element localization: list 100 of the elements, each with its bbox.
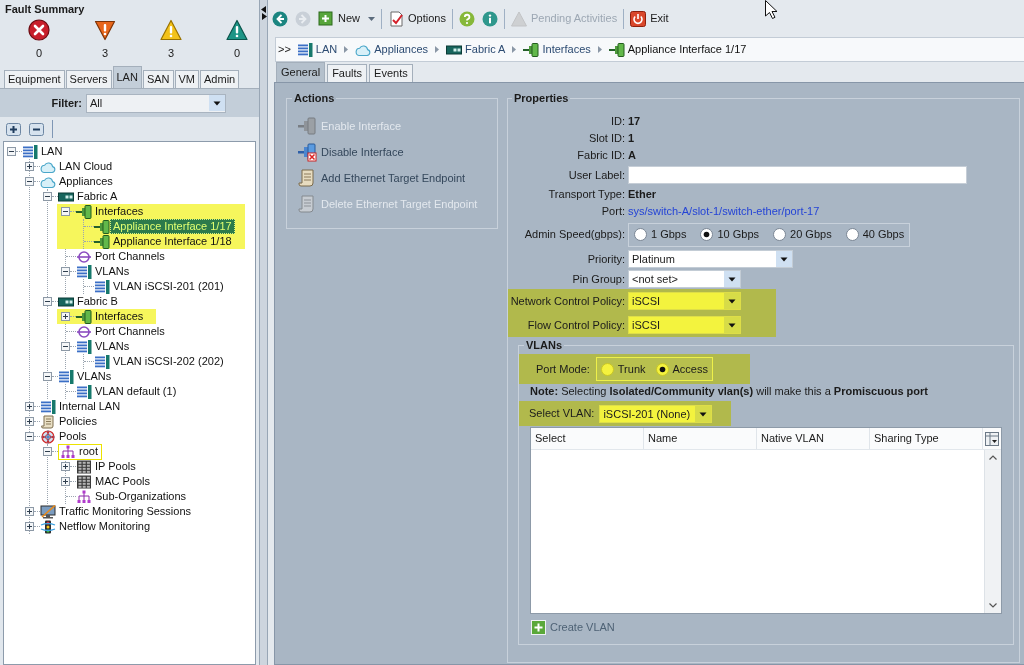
tree-item[interactable]: Interfaces [92,309,147,324]
column-header[interactable]: Select [531,428,644,449]
fault-count: 3 [101,47,109,59]
minus-box-icon[interactable] [25,177,34,186]
dropdown[interactable]: <not set> [628,270,741,288]
nav-tab[interactable]: LAN [112,66,142,88]
plus-box-icon[interactable] [25,417,34,426]
nav-tab[interactable]: Admin [200,70,240,88]
tree-item[interactable]: Appliance Interface 1/18 [110,234,235,249]
action-link[interactable]: Disable Interface [297,139,487,165]
splitter-arrows-icon[interactable] [260,6,267,20]
tree-item[interactable]: Fabric A [74,189,121,204]
tree-item[interactable]: Internal LAN [56,399,124,414]
minus-box-icon[interactable] [61,342,70,351]
minus-box-icon[interactable] [43,372,52,381]
toolbar-button[interactable]: Options [388,10,446,27]
tree-item[interactable]: Traffic Monitoring Sessions [56,504,195,519]
tree-item[interactable]: VLANs [92,339,133,354]
toolbar-button[interactable]: Exit [630,10,669,27]
minus-box-icon[interactable] [61,267,70,276]
minus-box-icon[interactable] [61,207,70,216]
breadcrumb-link[interactable]: Fabric A [446,41,506,58]
radio-circle-icon[interactable] [600,362,614,376]
plus-box-icon[interactable] [25,522,34,531]
tree-item[interactable]: VLANs [92,264,133,279]
minus-box-icon[interactable] [29,122,44,136]
nav-tab[interactable]: Equipment [4,70,65,88]
info-icon[interactable] [481,10,498,27]
tree-item[interactable]: Pools [56,429,90,444]
radio-option[interactable]: 10 Gbps [700,226,760,243]
breadcrumb-link[interactable]: LAN [296,41,338,58]
port-link[interactable]: sys/switch-A/slot-1/switch-ether/port-17 [628,203,820,220]
plus-box-icon[interactable] [61,477,70,486]
radio-circle-icon[interactable] [773,228,787,241]
dropdown[interactable]: iSCSI-201 (None) [599,404,713,423]
tree-item[interactable]: Fabric B [74,294,121,309]
tree-item[interactable]: VLAN iSCSI-201 (201) [110,279,227,294]
tree-item[interactable]: Netflow Monitoring [56,519,154,534]
tree-item[interactable]: Sub-Organizations [92,489,190,504]
minus-box-icon[interactable] [7,147,16,156]
tree-item[interactable]: root [76,444,101,459]
content-tab[interactable]: General [276,62,326,82]
radio-circle-icon[interactable] [634,228,647,241]
radio-circle-icon[interactable] [845,228,859,241]
radio-option[interactable]: 20 Gbps [773,226,832,243]
tree-item[interactable]: IP Pools [92,459,139,474]
minus-box-icon[interactable] [43,192,52,201]
minus-box-icon[interactable] [43,297,52,306]
tree-item[interactable]: LAN Cloud [56,159,116,174]
tree-item[interactable]: MAC Pools [92,474,154,489]
tree-item[interactable]: Interfaces [92,204,147,219]
plus-box-icon[interactable] [6,122,21,136]
radio-circle-icon[interactable] [700,228,714,241]
chevron-down-icon[interactable] [989,603,997,608]
field-label: Pin Group: [571,271,625,287]
radio-option[interactable]: 1 Gbps [634,226,687,243]
tree-item[interactable]: Appliance Interface 1/17 [110,219,235,234]
text-input-field[interactable] [628,166,967,184]
minus-box-icon[interactable] [25,432,34,441]
caret-icon[interactable] [368,16,375,21]
plus-box-icon[interactable] [25,402,34,411]
tree-item[interactable]: Port Channels [92,249,168,264]
chevron-up-icon[interactable] [989,455,997,460]
tree-item[interactable]: VLAN iSCSI-202 (202) [110,354,227,369]
breadcrumb-link[interactable]: Appliances [355,41,429,58]
radio-option[interactable]: Trunk [600,360,646,378]
radio-circle-icon[interactable] [655,362,669,376]
content-tab[interactable]: Faults [327,64,368,82]
breadcrumb-link[interactable]: Appliance Interface 1/17 [608,41,747,58]
warning-triangle-icon [226,19,248,41]
scrollbar[interactable] [984,450,1001,613]
tree-item[interactable]: LAN [38,144,66,159]
tree-item[interactable]: VLAN default (1) [92,384,180,399]
plus-box-icon[interactable] [61,462,70,471]
tree-item[interactable]: Policies [56,414,100,429]
action-link[interactable]: Add Ethernet Target Endpoint [297,165,487,191]
dropdown[interactable]: Platinum [628,250,793,268]
breadcrumb-link[interactable]: Interfaces [523,41,591,58]
toolbar-button[interactable]: New [318,10,375,27]
dropdown[interactable]: iSCSI [628,292,741,310]
dropdown[interactable]: iSCSI [628,316,741,334]
radio-option[interactable]: Access [655,360,708,378]
filter-dropdown[interactable]: All [86,93,226,113]
tree-item[interactable]: Appliances [56,174,116,189]
content-tab[interactable]: Events [369,64,413,82]
radio-option[interactable]: 40 Gbps [845,226,905,243]
column-header[interactable]: Native VLAN [757,428,870,449]
column-header[interactable]: Name [644,428,757,449]
plus-box-icon[interactable] [25,507,34,516]
plus-box-icon[interactable] [61,312,70,321]
tree-item[interactable]: Port Channels [92,324,168,339]
tree-item[interactable]: VLANs [74,369,115,384]
minus-box-icon[interactable] [43,447,52,456]
nav-tab[interactable]: SAN [142,70,174,88]
nav-tab[interactable]: Servers [65,70,112,88]
nav-tab[interactable]: VM [174,70,200,88]
column-chooser-icon[interactable] [985,431,999,446]
field-value: 17 [628,114,641,130]
plus-box-icon[interactable] [25,162,34,171]
column-header[interactable]: Sharing Type [870,428,983,449]
